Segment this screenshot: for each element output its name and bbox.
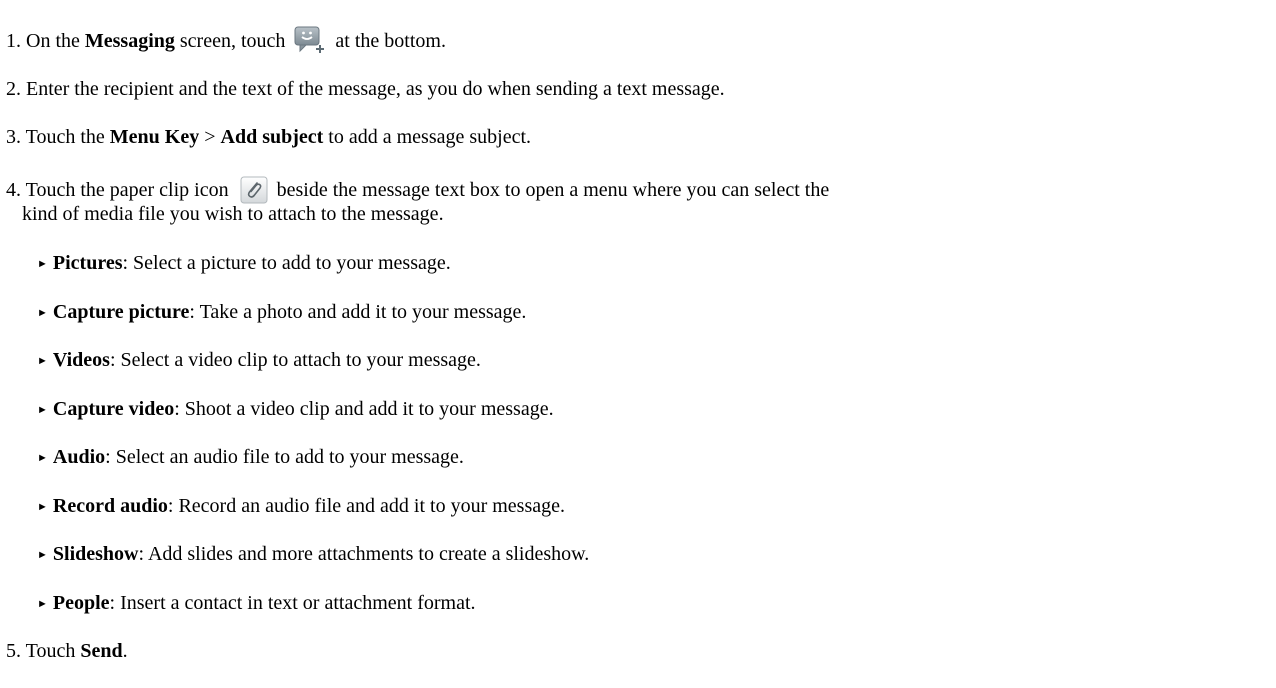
- bullet-term: Capture video: [52, 398, 175, 420]
- bullet-marker-icon: ►: [37, 355, 48, 367]
- bullet-desc: : Shoot a video clip and add it to your …: [174, 398, 554, 420]
- step-bold-text: Messaging: [84, 30, 175, 52]
- step-2: 2. Enter the recipient and the text of t…: [6, 77, 725, 101]
- list-item: ► Pictures: Select a picture to add to yo…: [37, 251, 451, 276]
- step-text: to add a message subject.: [323, 126, 532, 148]
- step-text: screen, touch: [174, 30, 286, 52]
- bullet-term: Record audio: [52, 495, 168, 517]
- bullet-desc: : Take a photo and add it to your messag…: [189, 301, 527, 323]
- bullet-term: Capture picture: [52, 301, 190, 323]
- bullet-term: Slideshow: [52, 543, 139, 565]
- bullet-desc: : Add slides and more attachments to cre…: [138, 543, 590, 565]
- bullet-term: Pictures: [52, 252, 123, 274]
- step-number: 2.: [6, 78, 21, 100]
- bullet-marker-icon: ►: [37, 549, 48, 561]
- bullet-term: People: [52, 592, 110, 614]
- list-item: ► Slideshow: Add slides and more attachme…: [37, 542, 589, 567]
- step-bold-text: Send: [80, 640, 123, 662]
- list-item: ► Record audio: Record an audio file and …: [37, 494, 565, 519]
- step-text: at the bottom.: [330, 30, 446, 52]
- step-text: >: [199, 126, 221, 148]
- bullet-term: Audio: [52, 446, 106, 468]
- step-bold-text: Menu Key: [109, 126, 200, 148]
- new-message-icon: [294, 26, 326, 54]
- bullet-desc: : Select an audio file to add to your me…: [105, 446, 464, 468]
- step-5: 5. Touch Send.: [6, 639, 128, 663]
- list-item: ► Audio: Select an audio file to add to y…: [37, 445, 464, 470]
- bullet-desc: : Record an audio file and add it to you…: [167, 495, 565, 517]
- step-3: 3. Touch the Menu Key > Add subject to a…: [6, 125, 531, 149]
- bullet-term: Videos: [52, 349, 110, 371]
- step-text: Touch the: [21, 126, 110, 148]
- step-number: 5.: [6, 640, 21, 662]
- step-number: 3.: [6, 126, 21, 148]
- step-text: Touch the paper clip icon: [21, 179, 229, 201]
- step-4-continuation: kind of media file you wish to attach to…: [22, 202, 444, 226]
- bullet-desc: : Select a video clip to attach to your …: [109, 349, 481, 371]
- list-item: ► Videos: Select a video clip to attach t…: [37, 348, 481, 373]
- bullet-marker-icon: ►: [37, 598, 48, 610]
- bullet-marker-icon: ►: [37, 258, 48, 270]
- step-text: beside the message text box to open a me…: [271, 179, 830, 201]
- step-1: 1. On the Messaging screen, touch at the…: [6, 26, 446, 54]
- bullet-desc: : Insert a contact in text or attachment…: [109, 592, 476, 614]
- bullet-marker-icon: ►: [37, 404, 48, 416]
- step-number: 1.: [6, 30, 21, 52]
- step-bold-text: Add subject: [220, 126, 324, 148]
- paper-clip-icon: [240, 176, 268, 204]
- step-text: kind of media file you wish to attach to…: [22, 203, 444, 225]
- step-text: Touch: [21, 640, 81, 662]
- bullet-marker-icon: ►: [37, 452, 48, 464]
- step-text: .: [122, 640, 128, 662]
- bullet-marker-icon: ►: [37, 307, 48, 319]
- bullet-desc: : Select a picture to add to your messag…: [122, 252, 451, 274]
- step-4: 4. Touch the paper clip icon beside the …: [6, 176, 829, 204]
- step-text: On the: [21, 30, 85, 52]
- list-item: ► Capture video: Shoot a video clip and a…: [37, 397, 554, 422]
- step-number: 4.: [6, 179, 21, 201]
- list-item: ► People: Insert a contact in text or att…: [37, 591, 476, 616]
- list-item: ► Capture picture: Take a photo and add i…: [37, 300, 526, 325]
- step-text: Enter the recipient and the text of the …: [21, 78, 725, 100]
- bullet-marker-icon: ►: [37, 501, 48, 513]
